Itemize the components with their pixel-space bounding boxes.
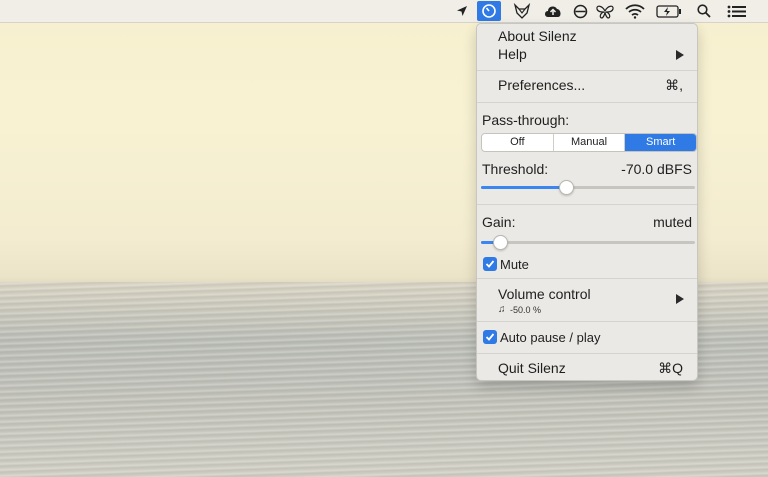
separator (477, 353, 697, 354)
separator (477, 102, 697, 103)
auto-pause-menu-item[interactable]: Auto pause / play (477, 328, 697, 346)
mute-label: Mute (500, 257, 529, 272)
passthrough-smart-option[interactable]: Smart (625, 134, 696, 151)
volume-control-value: -50.0 % (510, 305, 542, 315)
threshold-slider-fill (481, 186, 567, 189)
list-icon[interactable] (725, 1, 747, 21)
separator (477, 278, 697, 279)
checkmark-icon (485, 333, 495, 341)
passthrough-manual-option[interactable]: Manual (554, 134, 626, 151)
quit-menu-item[interactable]: Quit Silenz ⌘Q (477, 359, 697, 379)
separator (477, 321, 697, 322)
cloud-upload-icon[interactable] (541, 1, 565, 21)
mute-checkbox[interactable] (483, 257, 497, 271)
passthrough-label: Pass-through: (482, 112, 570, 128)
threshold-value: -70.0 dBFS (621, 161, 692, 177)
passthrough-off-option[interactable]: Off (482, 134, 554, 151)
separator (477, 204, 697, 205)
checkmark-icon (485, 260, 495, 268)
quit-label: Quit Silenz (498, 360, 566, 376)
wifi-icon[interactable] (623, 1, 647, 21)
volume-control-label: Volume control (498, 286, 591, 302)
quit-shortcut: ⌘Q (658, 360, 683, 376)
preferences-menu-item[interactable]: Preferences... ⌘, (477, 76, 697, 96)
threshold-label: Threshold: (482, 161, 549, 177)
gain-slider-track[interactable] (481, 241, 695, 244)
separator (477, 70, 697, 71)
preferences-shortcut: ⌘, (665, 77, 683, 93)
search-icon[interactable] (695, 1, 713, 21)
auto-pause-label: Auto pause / play (500, 330, 601, 345)
threshold-slider-knob[interactable] (559, 180, 575, 195)
silenz-dropdown-menu: About Silenz Help Preferences... ⌘, Pass… (476, 23, 698, 381)
silenz-dial-icon[interactable] (477, 1, 501, 21)
auto-pause-checkbox[interactable] (483, 330, 497, 344)
circle-slash-icon[interactable] (571, 1, 589, 21)
gain-value: muted (653, 214, 692, 230)
help-label: Help (498, 46, 527, 62)
preferences-label: Preferences... (498, 77, 586, 93)
menu-bar (0, 0, 768, 23)
fox-icon[interactable] (511, 1, 533, 21)
threshold-slider-track[interactable] (481, 186, 695, 189)
submenu-arrow-icon (676, 50, 684, 60)
butterfly-icon[interactable] (594, 1, 616, 21)
about-label: About Silenz (498, 28, 577, 44)
location-arrow-icon[interactable] (454, 1, 470, 21)
music-note-icon: ♫ (498, 304, 506, 315)
about-menu-item[interactable]: About Silenz (477, 27, 697, 46)
battery-charging-icon[interactable] (655, 1, 683, 21)
gain-label: Gain: (482, 214, 516, 230)
submenu-arrow-icon (676, 294, 684, 304)
gain-slider-knob[interactable] (492, 235, 508, 250)
volume-control-menu-item[interactable]: Volume control ♫ -50.0 % (477, 285, 697, 319)
passthrough-segmented-control: Off Manual Smart (481, 133, 697, 152)
mute-menu-item[interactable]: Mute (477, 255, 697, 273)
help-menu-item[interactable]: Help (477, 46, 697, 65)
